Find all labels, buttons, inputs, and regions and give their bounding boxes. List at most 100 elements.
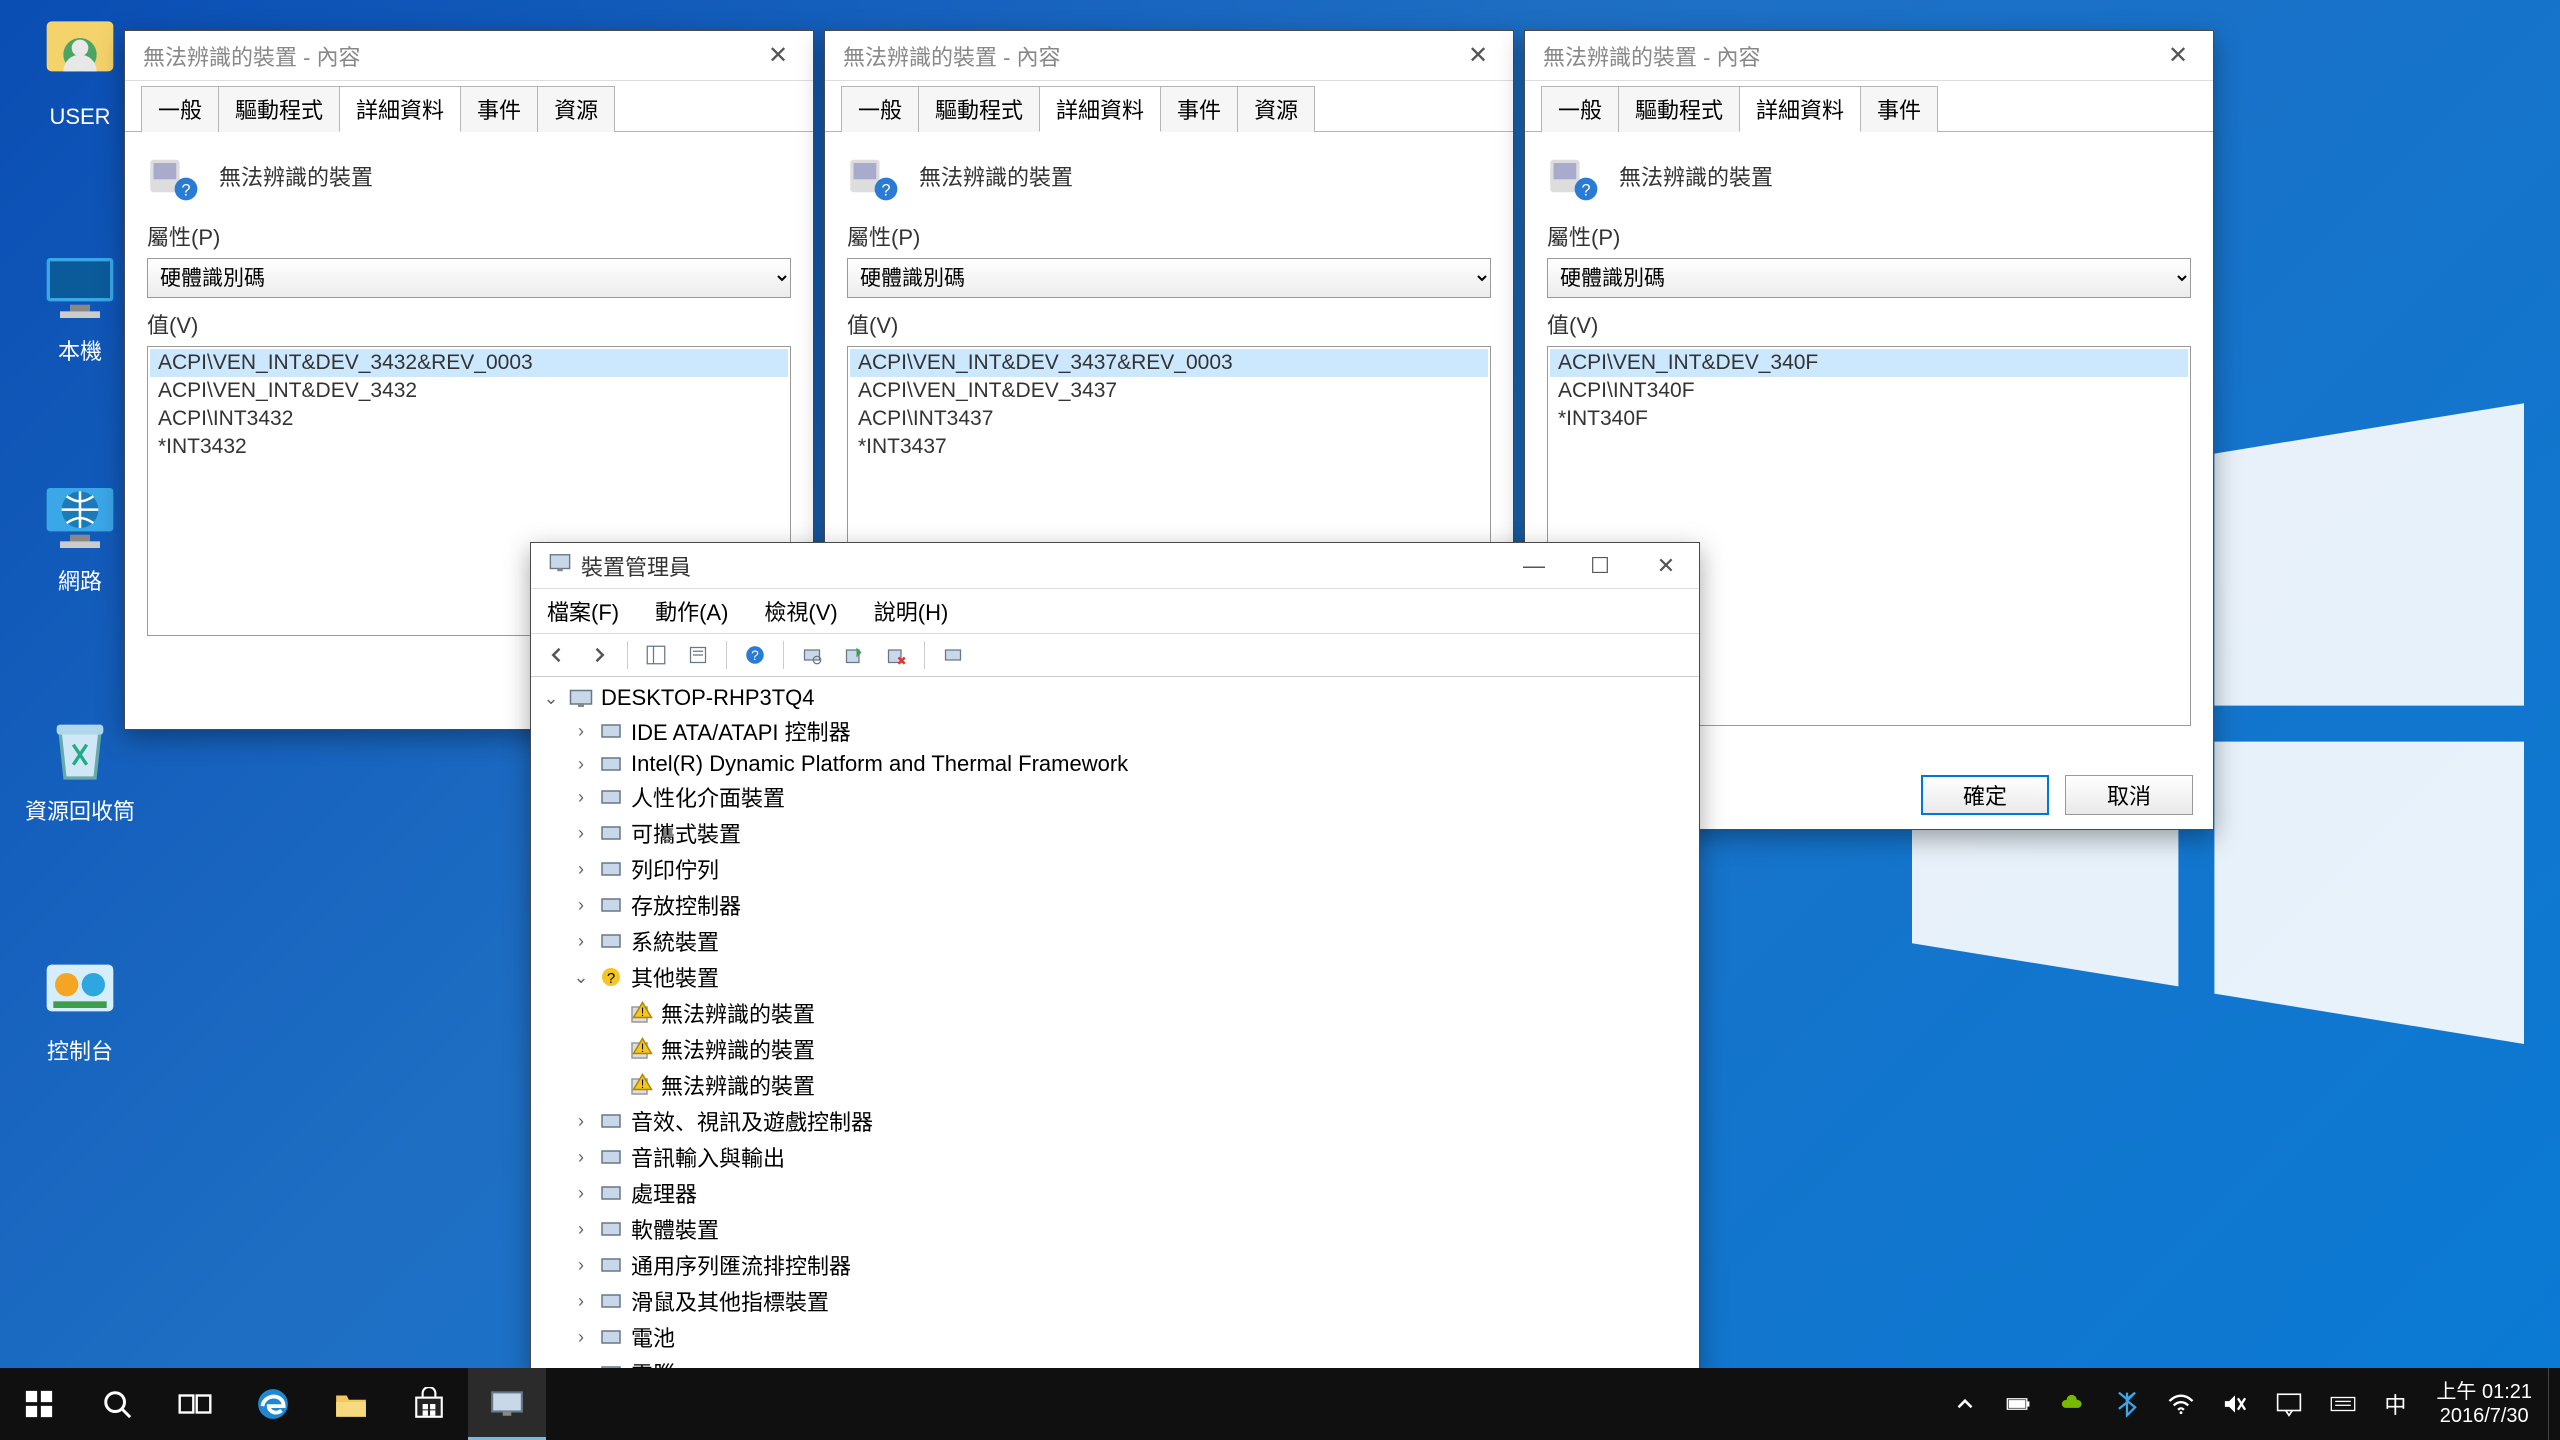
tray-action-center-icon[interactable] [2262, 1368, 2316, 1440]
titlebar[interactable]: 裝置管理員 — ☐ ✕ [531, 543, 1699, 589]
tree-device-unknown[interactable]: !無法辨識的裝置 [541, 1031, 1689, 1067]
update-driver-icon[interactable] [836, 638, 872, 672]
list-item[interactable]: ACPI\INT340F [1550, 377, 2188, 405]
expand-icon[interactable]: › [571, 823, 591, 844]
help-icon[interactable]: ? [737, 638, 773, 672]
desktop-icon-user[interactable]: USER [20, 18, 140, 130]
titlebar[interactable]: 無法辨識的裝置 - 內容 ✕ [825, 31, 1513, 81]
list-item[interactable]: *INT340F [1550, 405, 2188, 433]
expand-icon[interactable]: › [571, 754, 591, 775]
tree-category[interactable]: ›軟體裝置 [541, 1211, 1689, 1247]
tray-battery-icon[interactable] [1992, 1368, 2046, 1440]
tray-overflow-icon[interactable] [1938, 1368, 1992, 1440]
uninstall-icon[interactable] [878, 638, 914, 672]
taskbar-app-edge[interactable] [234, 1368, 312, 1440]
maximize-icon[interactable]: ☐ [1567, 543, 1633, 588]
expand-icon[interactable]: › [571, 1111, 591, 1132]
tree-category[interactable]: ›滑鼠及其他指標裝置 [541, 1283, 1689, 1319]
task-view-icon[interactable] [156, 1368, 234, 1440]
tab-details[interactable]: 詳細資料 [339, 86, 461, 132]
expand-icon[interactable]: › [571, 895, 591, 916]
tree-category[interactable]: ›電池 [541, 1319, 1689, 1355]
search-icon[interactable] [78, 1368, 156, 1440]
tree-category[interactable]: ›通用序列匯流排控制器 [541, 1247, 1689, 1283]
nav-back-icon[interactable] [539, 638, 575, 672]
scan-hardware-icon[interactable] [794, 638, 830, 672]
tab-general[interactable]: 一般 [141, 86, 219, 132]
tree-category[interactable]: ›人性化介面裝置 [541, 779, 1689, 815]
tree-category-other[interactable]: ⌄ ? 其他裝置 [541, 959, 1689, 995]
expand-icon[interactable]: › [571, 1327, 591, 1348]
list-item[interactable]: ACPI\INT3432 [150, 405, 788, 433]
menu-view[interactable]: 檢視(V) [758, 591, 843, 631]
tree-device-unknown[interactable]: !無法辨識的裝置 [541, 995, 1689, 1031]
expand-icon[interactable]: › [571, 931, 591, 952]
property-select[interactable]: 硬體識別碼 [147, 258, 791, 298]
nav-forward-icon[interactable] [581, 638, 617, 672]
close-icon[interactable]: ✕ [743, 31, 813, 80]
tab-events[interactable]: 事件 [1860, 86, 1938, 132]
expand-icon[interactable]: › [571, 859, 591, 880]
tree-root[interactable]: ⌄ DESKTOP-RHP3TQ4 [541, 683, 1689, 713]
menu-action[interactable]: 動作(A) [649, 591, 734, 631]
expand-icon[interactable]: › [571, 787, 591, 808]
menu-help[interactable]: 說明(H) [868, 591, 955, 631]
minimize-icon[interactable]: — [1501, 543, 1567, 588]
tray-volume-icon[interactable] [2208, 1368, 2262, 1440]
property-select[interactable]: 硬體識別碼 [1547, 258, 2191, 298]
menu-file[interactable]: 檔案(F) [541, 591, 625, 631]
taskbar-app-explorer[interactable] [312, 1368, 390, 1440]
close-icon[interactable]: ✕ [2143, 31, 2213, 80]
property-select[interactable]: 硬體識別碼 [847, 258, 1491, 298]
ok-button[interactable]: 確定 [1921, 775, 2049, 815]
expand-icon[interactable]: › [571, 1255, 591, 1276]
list-item[interactable]: *INT3432 [150, 433, 788, 461]
start-button[interactable] [0, 1368, 78, 1440]
list-item[interactable]: *INT3437 [850, 433, 1488, 461]
tab-events[interactable]: 事件 [1160, 86, 1238, 132]
show-hide-tree-icon[interactable] [638, 638, 674, 672]
expand-icon[interactable]: › [571, 1183, 591, 1204]
list-item[interactable]: ACPI\INT3437 [850, 405, 1488, 433]
expand-icon[interactable]: › [571, 1219, 591, 1240]
desktop-icon-network[interactable]: 網路 [20, 478, 140, 596]
tree-category[interactable]: ›音訊輸入與輸出 [541, 1139, 1689, 1175]
desktop-icon-computer[interactable]: 本機 [20, 248, 140, 366]
tray-bluetooth-icon[interactable] [2100, 1368, 2154, 1440]
collapse-icon[interactable]: ⌄ [571, 967, 591, 988]
tray-wifi-icon[interactable] [2154, 1368, 2208, 1440]
desktop-icon-control[interactable]: 控制台 [20, 948, 140, 1066]
tree-category[interactable]: ›系統裝置 [541, 923, 1689, 959]
tray-onedrive-icon[interactable] [2046, 1368, 2100, 1440]
list-item[interactable]: ACPI\VEN_INT&DEV_3437 [850, 377, 1488, 405]
tab-driver[interactable]: 驅動程式 [1618, 86, 1740, 132]
tray-ime-indicator[interactable]: 中 [2370, 1368, 2420, 1440]
tree-device-unknown[interactable]: !無法辨識的裝置 [541, 1067, 1689, 1103]
tree-category[interactable]: ›列印佇列 [541, 851, 1689, 887]
tab-events[interactable]: 事件 [460, 86, 538, 132]
tree-category[interactable]: ›音效、視訊及遊戲控制器 [541, 1103, 1689, 1139]
device-tree[interactable]: ⌄ DESKTOP-RHP3TQ4 ›IDE ATA/ATAPI 控制器›Int… [531, 677, 1699, 1371]
refresh-icon[interactable] [935, 638, 971, 672]
close-icon[interactable]: ✕ [1633, 543, 1699, 588]
expand-icon[interactable]: › [571, 721, 591, 742]
tree-category[interactable]: ›存放控制器 [541, 887, 1689, 923]
close-icon[interactable]: ✕ [1443, 31, 1513, 80]
list-item[interactable]: ACPI\VEN_INT&DEV_340F [1550, 349, 2188, 377]
taskbar-app-device-manager[interactable] [468, 1368, 546, 1440]
expand-icon[interactable]: ⌄ [541, 688, 561, 709]
tree-category[interactable]: ›處理器 [541, 1175, 1689, 1211]
list-item[interactable]: ACPI\VEN_INT&DEV_3432 [150, 377, 788, 405]
tray-keyboard-icon[interactable] [2316, 1368, 2370, 1440]
expand-icon[interactable]: › [571, 1147, 591, 1168]
tree-category[interactable]: ›可攜式裝置 [541, 815, 1689, 851]
tab-details[interactable]: 詳細資料 [1039, 86, 1161, 132]
tab-resources[interactable]: 資源 [537, 86, 615, 132]
tab-resources[interactable]: 資源 [1237, 86, 1315, 132]
tab-general[interactable]: 一般 [1541, 86, 1619, 132]
expand-icon[interactable]: › [571, 1291, 591, 1312]
tree-category[interactable]: ›IDE ATA/ATAPI 控制器 [541, 713, 1689, 749]
show-desktop-button[interactable] [2548, 1368, 2560, 1440]
titlebar[interactable]: 無法辨識的裝置 - 內容 ✕ [1525, 31, 2213, 81]
properties-icon[interactable] [680, 638, 716, 672]
